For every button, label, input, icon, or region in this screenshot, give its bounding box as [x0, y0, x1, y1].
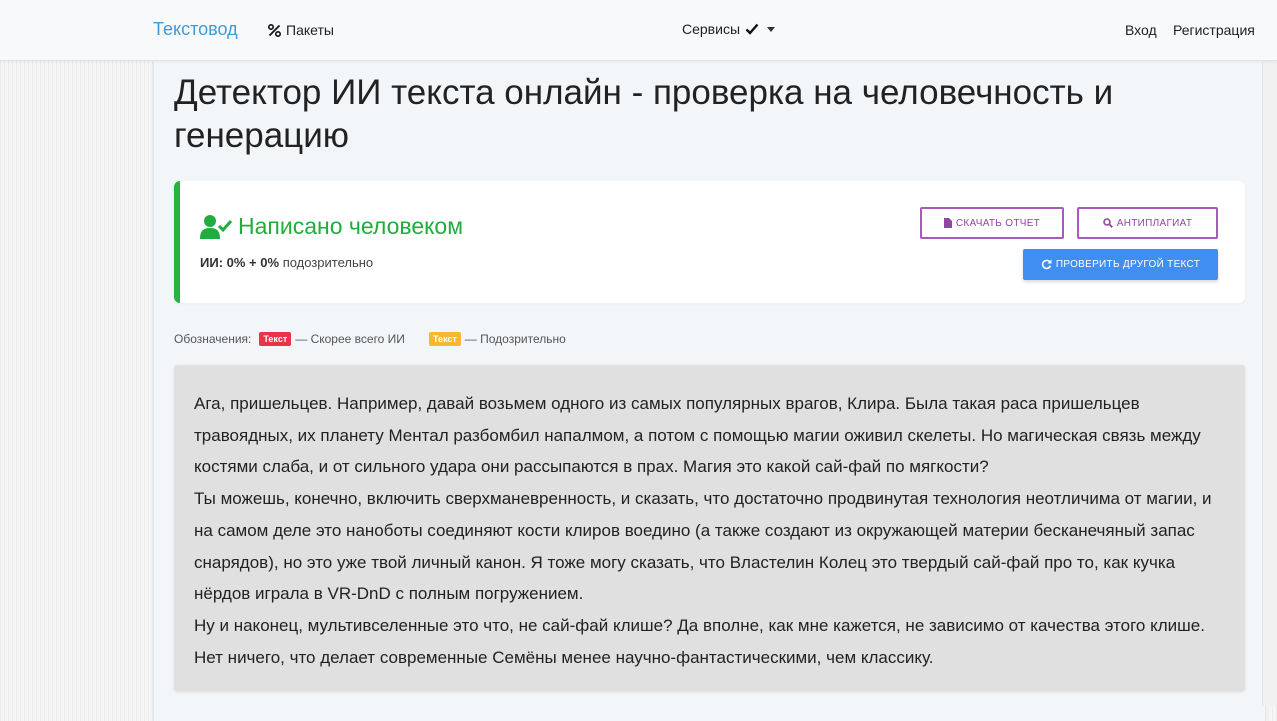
search-icon: [1102, 218, 1113, 228]
check-another-text-label: Проверить другой текст: [1055, 259, 1201, 270]
check-icon: [745, 23, 759, 35]
download-report-button[interactable]: Скачать отчет: [920, 207, 1064, 239]
page-title: Детектор ИИ текста онлайн - проверка на …: [174, 73, 1114, 155]
nav-services-dropdown[interactable]: Сервисы: [682, 21, 776, 37]
ai-score-label: ИИ:: [200, 255, 224, 270]
nav-register-link[interactable]: Регистрация: [1173, 22, 1255, 38]
text-paragraph: Ты можешь, конечно, включить сверхманевр…: [194, 489, 1212, 604]
ai-score-values: 0% + 0%: [226, 255, 280, 270]
ai-meaning: — Скорее всего ИИ: [295, 332, 405, 346]
nav-packages-link[interactable]: Пакеты: [268, 22, 334, 38]
result-card: Написано человеком ИИ: 0% + 0% подозрите…: [174, 181, 1245, 303]
page-scrollbar[interactable]: [1262, 61, 1277, 706]
suspicious-tag-badge: Текст: [428, 332, 461, 346]
ai-tag-badge: Текст: [259, 332, 292, 346]
percent-icon: [268, 23, 281, 37]
check-another-text-button[interactable]: Проверить другой текст: [1023, 249, 1218, 280]
user-check-icon: [200, 214, 232, 239]
verdict-text: Написано человеком: [238, 213, 464, 239]
text-paragraph: Ну и наконец, мультивселенные это что, н…: [194, 615, 1205, 667]
nav-services-label: Сервисы: [682, 21, 741, 37]
chevron-down-icon: [767, 26, 776, 32]
main-content: Детектор ИИ текста онлайн - проверка на …: [153, 61, 1266, 721]
plagiarism-label: Антиплагиат: [1116, 217, 1193, 229]
plagiarism-button[interactable]: Антиплагиат: [1077, 207, 1218, 239]
nav-packages-label: Пакеты: [286, 22, 334, 38]
file-icon: [943, 218, 952, 228]
brand-logo-link[interactable]: Текстовод: [153, 19, 238, 40]
top-navbar: Текстовод Пакеты Сервисы Вход Регистраци…: [0, 0, 1277, 61]
ai-score: ИИ: 0% + 0% подозрительно: [200, 255, 373, 270]
download-report-label: Скачать отчет: [955, 217, 1041, 229]
analyzed-text-box: Ага, пришельцев. Например, давай возьмем…: [174, 365, 1245, 691]
ai-score-suffix: подозрительно: [282, 255, 374, 270]
suspicious-meaning: — Подозрительно: [464, 332, 566, 346]
text-paragraph: Ага, пришельцев. Например, давай возьмем…: [194, 394, 1201, 477]
nav-login-link[interactable]: Вход: [1125, 22, 1157, 38]
verdict: Написано человеком: [200, 213, 463, 240]
legend: Обозначения: Текст — Скорее всего ИИ Тек…: [174, 332, 566, 346]
legend-label: Обозначения:: [174, 332, 252, 346]
refresh-icon: [1041, 259, 1052, 270]
